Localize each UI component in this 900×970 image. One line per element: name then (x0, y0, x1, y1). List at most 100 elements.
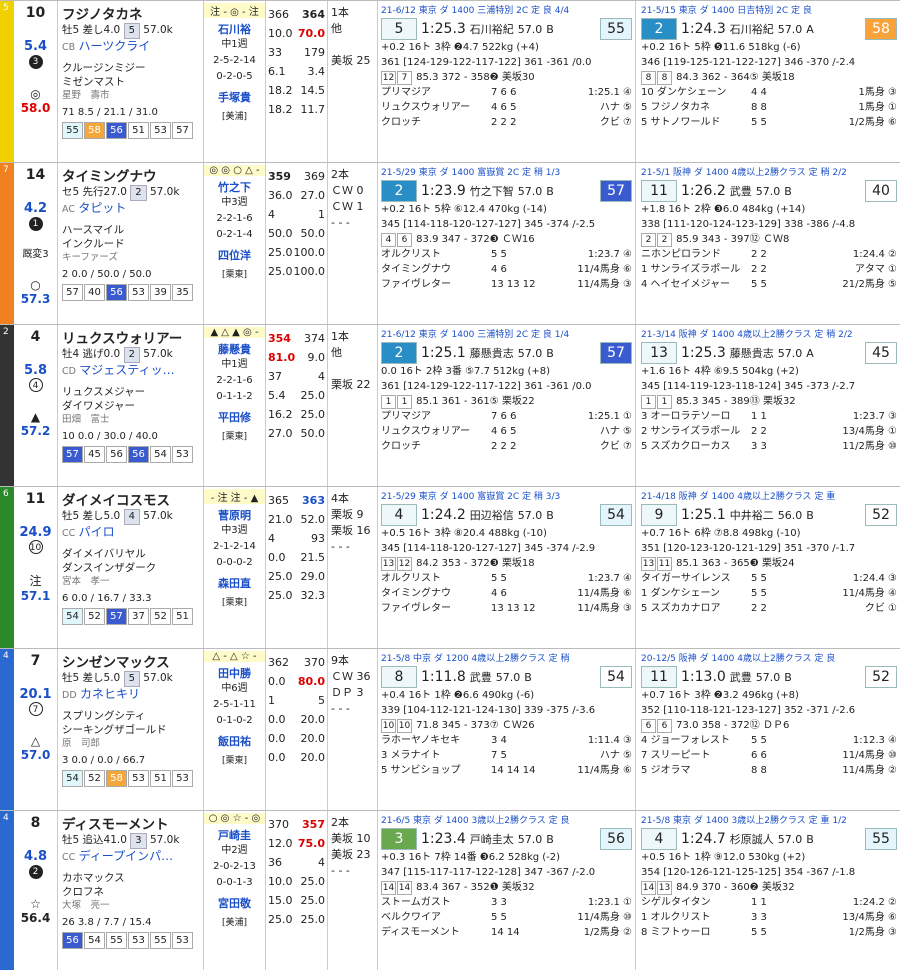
corner-position: 13 (381, 557, 396, 571)
race-detail: 0.0 16ト 2枠 3番 ⑤7.7 512kg (+8) (381, 366, 551, 377)
rival-name: 2 サンライズラポール (641, 426, 741, 437)
number-right: 20.0 (300, 732, 326, 745)
rival-name: 5 サンビショップ (381, 765, 461, 776)
rival-margin: クビ ⑦ (599, 441, 632, 452)
past-race-1[interactable]: 21-6/12 東京 ダ 1400 三浦特別 2C 定 良 4/4 5 1:25.3… (378, 1, 636, 162)
number-row: 18.2 14.5 (268, 81, 325, 100)
sire-name[interactable]: ディープインパ… (79, 849, 173, 863)
past-race-1[interactable]: 21-5/29 東京 ダ 1400 富嶽賞 2C 定 稍 3/3 4 1:24.2 田… (378, 487, 636, 648)
number-right: 369 (304, 170, 325, 183)
race-main: 2 1:24.3 石川裕紀 57.0 A 58 (641, 18, 897, 40)
rival-positions: 2 2 (751, 603, 767, 614)
marks-column: ▲ △ ▲ ◎ - 藤懸貴 中1週 2-2-1-6 0-1-1-2 平田修 [栗… (204, 325, 266, 486)
past-race-1[interactable]: 21-5/29 東京 ダ 1400 富嶽賞 2C 定 稍 1/3 2 1:23.9 竹… (378, 163, 636, 324)
rival-row: 1 オルクリスト 3 3 13/4馬身 ⑥ (641, 910, 897, 925)
index-box: 51 (150, 770, 171, 787)
corner-position: 6 (641, 719, 656, 733)
trainer-name[interactable]: 四位洋 (204, 247, 265, 263)
race-pace: 84.3 362 - 364⑤ 美坂18 (673, 72, 795, 83)
index-box: 58 (106, 770, 127, 787)
race-main: 11 1:13.0 武豊 57.0 B 52 (641, 666, 897, 688)
index-box: 55 (150, 932, 171, 949)
horse-entry[interactable]: 4 7 20.1 7 △ 57.0 シンゼンマックス 牡5 差し5.0 5 57… (0, 648, 900, 810)
sire-name[interactable]: マジェスティッ… (79, 363, 174, 377)
sire-rank: AC (62, 204, 75, 215)
past-race-2[interactable]: 21-3/14 阪神 ダ 1400 4歳以上2勝クラス 定 稍 2/2 13 1:2… (638, 325, 900, 486)
rival-name: ファイヴレター (381, 603, 451, 614)
past-race-2[interactable]: 21-5/8 東京 ダ 1400 3歳以上2勝クラス 定 重 1/2 4 1:24.… (638, 811, 900, 970)
horse-name[interactable]: シンゼンマックス (62, 651, 199, 671)
past-race-1[interactable]: 21-5/8 中京 ダ 1200 4歳以上2勝クラス 定 稍 8 1:11.8 武豊 5… (378, 649, 636, 810)
horse-name[interactable]: フジノタカネ (62, 3, 199, 23)
workout-line: - - - (331, 864, 350, 877)
jockey-name[interactable]: 石川裕 (204, 21, 265, 37)
sire-name[interactable]: パイロ (79, 525, 115, 539)
marks-column: - 注 注 - ▲ 菅原明 中3週 2-1-2-14 0-0-0-2 森田直 [… (204, 487, 266, 648)
horse-info: ディスモーメント 牡5 追込41.0 3 57.0k CC ディープインパ… カ… (58, 811, 204, 970)
race-main: 3 1:23.4 戸崎圭太 57.0 B 56 (381, 828, 632, 850)
jockey-name[interactable]: 田中勝 (204, 665, 265, 681)
horse-entry[interactable]: 6 11 24.9 10 注 57.1 ダイメイコスモス 牡5 差し5.0 4 … (0, 486, 900, 648)
jockey-name[interactable]: 菅原明 (204, 507, 265, 523)
rival-name: ストームガスト (381, 897, 451, 908)
sex-age: 牡5 (62, 672, 80, 684)
sire-name[interactable]: カネヒキリ (80, 687, 140, 701)
number-left: 25.0 (268, 913, 293, 926)
corner-position: 1 (657, 395, 672, 409)
corner-position: 1 (381, 395, 396, 409)
rival-positions: 13 13 12 (491, 279, 536, 290)
past-race-2[interactable]: 21-5/15 東京 ダ 1400 日吉特別 2C 定 良 2 1:24.3 石川裕紀… (638, 1, 900, 162)
past-race-2[interactable]: 21-5/1 阪神 ダ 1400 4歳以上2勝クラス 定 稍 2/2 11 1:26… (638, 163, 900, 324)
race-main: 4 1:24.2 田辺裕信 57.0 B 54 (381, 504, 632, 526)
trainer-name[interactable]: 森田直 (204, 575, 265, 591)
past-race-1[interactable]: 21-6/5 東京 ダ 1400 3歳以上2勝クラス 定 良 3 1:23.4 戸崎圭… (378, 811, 636, 970)
horse-entry[interactable]: 2 4 5.8 4 ▲ 57.2 リュクスウォリアー 牡4 逃げ0.0 2 57… (0, 324, 900, 486)
horse-name[interactable]: タイミングナウ (62, 165, 199, 185)
index-score: 56.4 (20, 911, 51, 925)
rival-row: リュクスウォリアー 4 6 5 ハナ ⑤ (381, 100, 632, 115)
race-header: 21-5/29 東京 ダ 1400 富嶽賞 2C 定 稍 3/3 (381, 492, 561, 502)
horse-entry[interactable]: 5 10 5.4 3 ◎ 58.0 フジノタカネ 牡5 差し4.0 5 57.0… (0, 0, 900, 162)
dam-name: ハースマイル (62, 224, 125, 236)
finish-position: 2 (381, 180, 417, 202)
horse-entry[interactable]: 7 14 4.2 1 厩変3 ○ 57.3 タイミングナウ セ5 先行27.0 … (0, 162, 900, 324)
horse-name[interactable]: ディスモーメント (62, 813, 199, 833)
past-race-2[interactable]: 20-12/5 阪神 ダ 1400 4歳以上2勝クラス 定 良 11 1:13.0 武… (638, 649, 900, 810)
number-left: 81.0 (268, 351, 296, 364)
trainer-name[interactable]: 手塚貴 (204, 89, 265, 105)
trainer-name[interactable]: 飯田祐 (204, 733, 265, 749)
horse-number: 11 (25, 491, 46, 507)
workout-line: ＤＰ 3 (331, 686, 364, 699)
race-time: 1:25.3 (681, 345, 726, 361)
past-race-2[interactable]: 21-4/18 阪神 ダ 1400 4歳以上2勝クラス 定 重 9 1:25.1 中井… (638, 487, 900, 648)
rival-margin: 1:23.7 ③ (852, 411, 897, 422)
stable-belong: [栗東] (221, 432, 248, 442)
popularity-badge: 10 (28, 540, 43, 554)
sire-name[interactable]: ハーツクライ (79, 39, 151, 53)
jockey-name[interactable]: 竹之下 (204, 179, 265, 195)
race-time: 1:23.4 (421, 831, 466, 847)
horse-entry[interactable]: 4 8 4.8 2 ☆ 56.4 ディスモーメント 牡5 追込41.0 3 57… (0, 810, 900, 970)
rival-margin: 1:25.1 ① (587, 411, 632, 422)
trainer-name[interactable]: 宮田敬 (204, 895, 265, 911)
race-time: 1:23.9 (421, 183, 466, 199)
corner-position: 6 (657, 719, 672, 733)
speed-index: 40 (865, 180, 897, 202)
rival-name: タイミングナウ (381, 588, 451, 599)
sire-name[interactable]: タピット (78, 201, 126, 215)
breeder: 大塚 亮一 (62, 900, 110, 911)
finish-position: 3 (381, 828, 417, 850)
rival-row: 4 ヘイセイメジャー 5 5 21/2馬身 ⑤ (641, 277, 897, 292)
race-positions: 11 85.3 345 - 389⑬ 栗坂32 (641, 394, 897, 409)
past-race-1[interactable]: 21-6/12 東京 ダ 1400 三浦特別 2C 定 良 1/4 2 1:25.1… (378, 325, 636, 486)
jockey-name[interactable]: 藤懸貴 (204, 341, 265, 357)
jockey-name[interactable]: 戸崎圭 (204, 827, 265, 843)
trainer-name[interactable]: 平田修 (204, 409, 265, 425)
index-box: 54 (62, 608, 83, 625)
index-box: 40 (84, 284, 105, 301)
race-jockey: 石川裕紀 (469, 23, 514, 36)
horse-name[interactable]: リュクスウォリアー (62, 327, 199, 347)
horse-name[interactable]: ダイメイコスモス (62, 489, 199, 509)
race-header: 21-5/1 阪神 ダ 1400 4歳以上2勝クラス 定 稍 2/2 (641, 168, 847, 178)
rival-margin: ハナ ⑤ (599, 750, 632, 761)
